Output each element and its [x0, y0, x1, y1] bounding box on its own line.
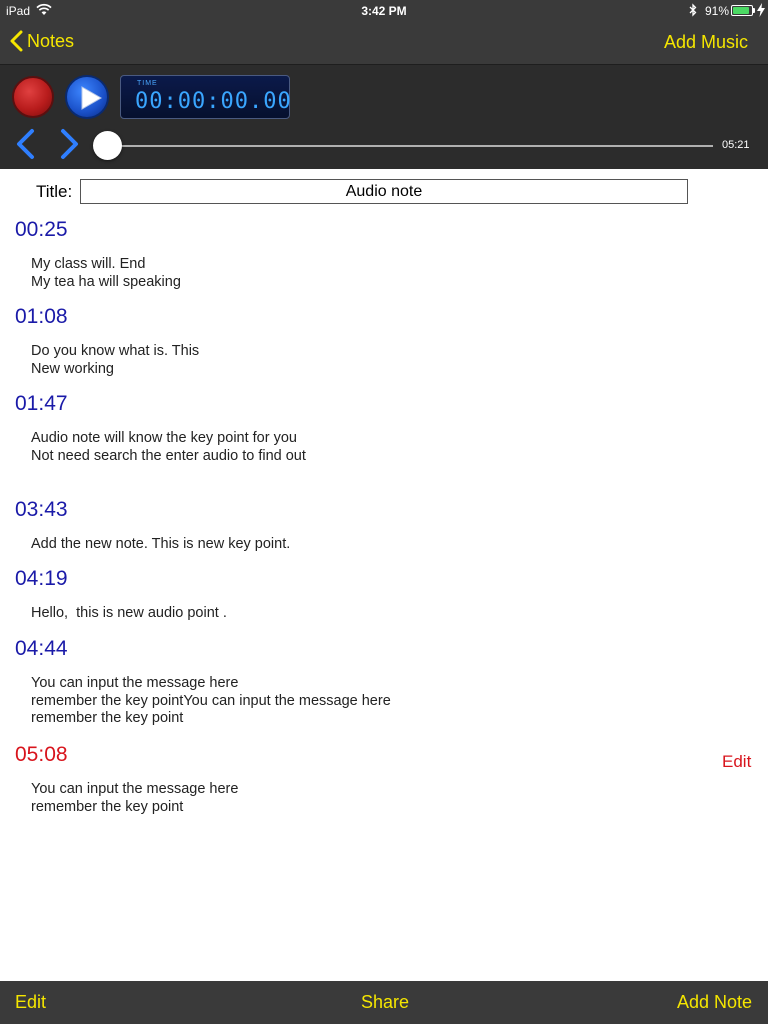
battery-level	[733, 7, 749, 14]
note-line: My tea ha will speaking	[31, 273, 181, 290]
note-line: My class will. End	[31, 256, 146, 272]
play-button[interactable]	[65, 75, 109, 119]
note-timestamp[interactable]: 00:25	[15, 218, 68, 242]
note-line: remember the key point	[31, 798, 184, 815]
timer-display: TIME 00:00:00.00	[120, 75, 292, 119]
play-icon	[81, 86, 102, 110]
note-line: You can input the message here	[31, 781, 239, 797]
note-line: Hello, this is new audio point .	[31, 605, 227, 621]
track-duration: 05:21	[722, 139, 750, 151]
battery-icon	[731, 5, 753, 16]
note-line: Not need search the enter audio to find …	[31, 447, 306, 464]
edit-note-button[interactable]: Edit	[722, 752, 751, 772]
audio-player: TIME 00:00:00.00 05:21	[0, 64, 768, 169]
note-line: You can input the message here	[31, 675, 239, 691]
note-text: My class will. End My tea ha will speaki…	[31, 256, 181, 291]
title-input[interactable]	[80, 179, 688, 204]
note-timestamp[interactable]: 05:08	[15, 743, 68, 767]
chevron-left-icon	[17, 129, 34, 159]
note-timestamp[interactable]: 01:08	[15, 305, 68, 329]
note-text: You can input the message here remember …	[31, 675, 391, 728]
note-line: remember the key point	[31, 710, 184, 726]
edit-button[interactable]: Edit	[15, 992, 46, 1013]
bottom-toolbar: Edit Share Add Note	[0, 981, 768, 1024]
back-button[interactable]: Notes	[10, 30, 74, 52]
note-line: Do you know what is. This	[31, 343, 200, 359]
chevron-left-icon	[10, 30, 23, 52]
seek-slider-thumb[interactable]	[93, 131, 122, 160]
title-label: Title:	[36, 182, 73, 201]
add-music-button[interactable]: Add Music	[664, 32, 748, 53]
back-button-label: Notes	[27, 30, 75, 51]
note-text: Do you know what is. This New working	[31, 343, 199, 378]
note-text: You can input the message here remember …	[31, 781, 238, 816]
note-timestamp[interactable]: 01:47	[15, 392, 68, 416]
note-text: Add the new note. This is new key point.	[31, 536, 290, 554]
add-note-button[interactable]: Add Note	[677, 992, 752, 1013]
record-button[interactable]	[12, 76, 54, 118]
timer-value: 00:00:00.00	[135, 89, 292, 114]
charging-bolt-icon	[757, 3, 765, 20]
note-timestamp[interactable]: 03:43	[15, 498, 68, 522]
bluetooth-icon	[688, 3, 698, 20]
battery-percent: 91%	[705, 4, 730, 18]
note-line: Add the new note. This is new key point.	[31, 536, 291, 552]
note-line: New working	[31, 360, 114, 377]
status-bar: iPad 3:42 PM 91%	[0, 0, 768, 22]
next-button[interactable]	[57, 127, 81, 166]
seek-slider-track[interactable]	[107, 145, 713, 147]
note-text: Hello, this is new audio point .	[31, 605, 227, 623]
note-timestamp[interactable]: 04:19	[15, 567, 68, 591]
share-button[interactable]: Share	[361, 992, 409, 1013]
previous-button[interactable]	[14, 127, 38, 166]
timer-label: TIME	[137, 80, 158, 87]
chevron-right-icon	[61, 129, 78, 159]
note-line: Audio note will know the key point for y…	[31, 430, 297, 446]
note-text: Audio note will know the key point for y…	[31, 430, 306, 465]
status-time: 3:42 PM	[361, 4, 407, 18]
note-timestamp[interactable]: 04:44	[15, 637, 68, 661]
navigation-bar: Notes Add Music	[0, 22, 768, 64]
note-line: remember the key pointYou can input the …	[31, 692, 391, 709]
battery-tip	[753, 8, 755, 13]
